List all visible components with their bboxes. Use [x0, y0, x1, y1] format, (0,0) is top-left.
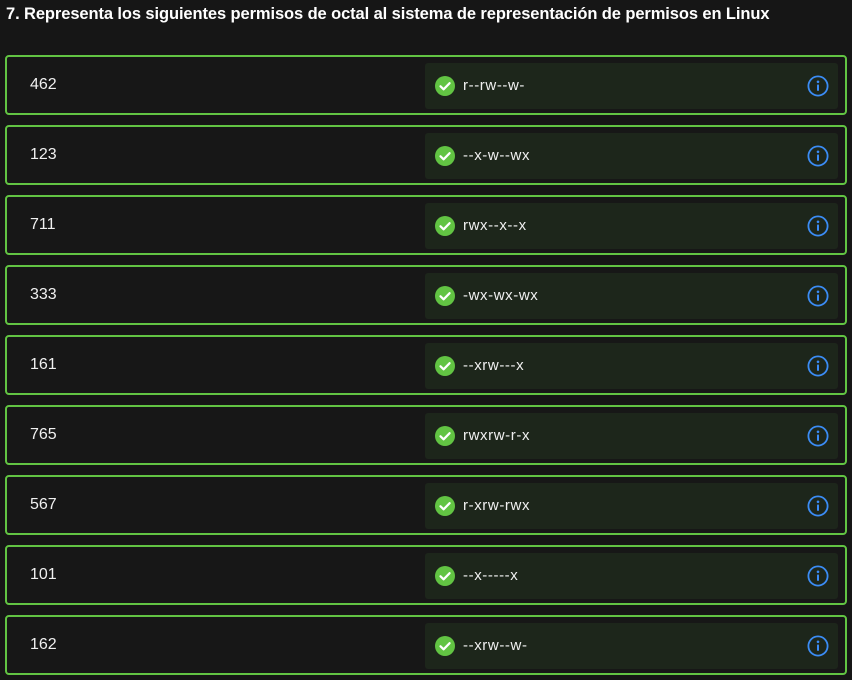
answer-field[interactable]: --x-----x — [425, 553, 838, 599]
question-title: 7. Representa los siguientes permisos de… — [6, 5, 770, 23]
info-circle-icon[interactable] — [807, 285, 829, 307]
answer-field[interactable]: rwxrw-r-x — [425, 413, 838, 459]
octal-value: 333 — [30, 286, 57, 303]
info-circle-icon[interactable] — [807, 635, 829, 657]
answer-rows: 462 r--rw--w- 123 --x-w--wx 711 rwx--x--… — [5, 55, 847, 680]
check-circle-icon — [435, 146, 455, 166]
match-row: 101 --x-----x — [5, 545, 847, 605]
answer-field[interactable]: --xrw--w- — [425, 623, 838, 669]
match-row: 765 rwxrw-r-x — [5, 405, 847, 465]
answer-text: r-xrw-rwx — [463, 497, 531, 514]
answer-text: --x-w--wx — [463, 147, 531, 164]
check-circle-icon — [435, 216, 455, 236]
answer-field[interactable]: r--rw--w- — [425, 63, 838, 109]
check-circle-icon — [435, 76, 455, 96]
match-row: 711 rwx--x--x — [5, 195, 847, 255]
octal-value: 161 — [30, 356, 57, 373]
check-circle-icon — [435, 496, 455, 516]
check-circle-icon — [435, 356, 455, 376]
octal-value: 162 — [30, 636, 57, 653]
answer-text: --xrw---x — [463, 357, 525, 374]
info-circle-icon[interactable] — [807, 565, 829, 587]
info-circle-icon[interactable] — [807, 215, 829, 237]
match-row: 123 --x-w--wx — [5, 125, 847, 185]
answer-text: --x-----x — [463, 567, 519, 584]
match-row: 462 r--rw--w- — [5, 55, 847, 115]
answer-field[interactable]: --x-w--wx — [425, 133, 838, 179]
info-circle-icon[interactable] — [807, 495, 829, 517]
answer-field[interactable]: --xrw---x — [425, 343, 838, 389]
info-circle-icon[interactable] — [807, 425, 829, 447]
octal-value: 765 — [30, 426, 57, 443]
octal-value: 462 — [30, 76, 57, 93]
check-circle-icon — [435, 286, 455, 306]
match-row: 567 r-xrw-rwx — [5, 475, 847, 535]
info-circle-icon[interactable] — [807, 355, 829, 377]
octal-value: 123 — [30, 146, 57, 163]
octal-value: 101 — [30, 566, 57, 583]
match-row: 161 --xrw---x — [5, 335, 847, 395]
info-circle-icon[interactable] — [807, 75, 829, 97]
answer-field[interactable]: r-xrw-rwx — [425, 483, 838, 529]
answer-field[interactable]: rwx--x--x — [425, 203, 838, 249]
info-circle-icon[interactable] — [807, 145, 829, 167]
check-circle-icon — [435, 566, 455, 586]
check-circle-icon — [435, 426, 455, 446]
octal-value: 711 — [30, 216, 56, 233]
answer-text: -wx-wx-wx — [463, 287, 539, 304]
check-circle-icon — [435, 636, 455, 656]
answer-text: rwxrw-r-x — [463, 427, 531, 444]
answer-text: rwx--x--x — [463, 217, 527, 234]
answer-field[interactable]: -wx-wx-wx — [425, 273, 838, 319]
answer-text: r--rw--w- — [463, 77, 526, 94]
match-row: 333 -wx-wx-wx — [5, 265, 847, 325]
octal-value: 567 — [30, 496, 57, 513]
answer-text: --xrw--w- — [463, 637, 528, 654]
match-row: 162 --xrw--w- — [5, 615, 847, 675]
